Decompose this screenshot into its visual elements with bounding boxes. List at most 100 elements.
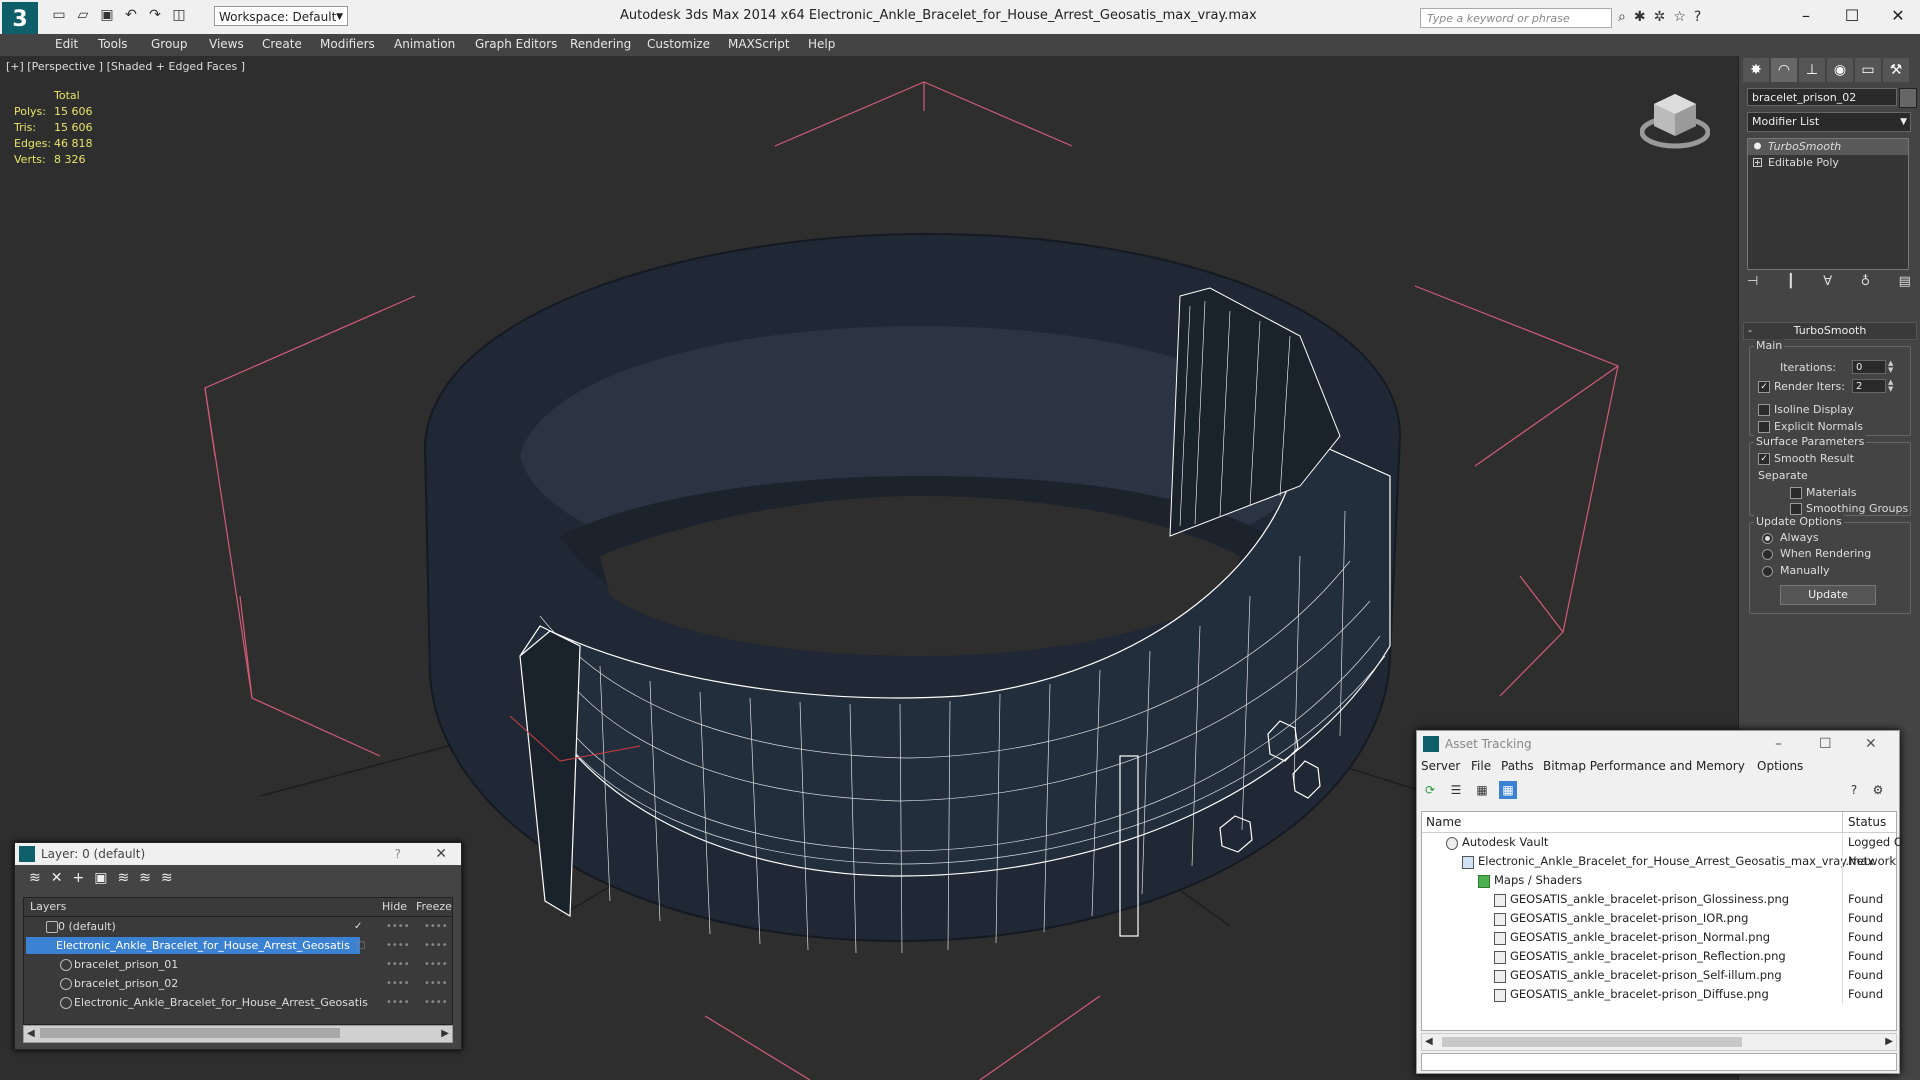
close-icon[interactable]: ✕ xyxy=(435,843,447,865)
spinner-arrows-icon[interactable]: ▲ ▼ xyxy=(1888,360,1896,374)
menu-tools[interactable]: Tools xyxy=(98,37,128,51)
layers-column-header[interactable]: Layers xyxy=(30,900,66,913)
motion-tab-icon[interactable]: ◉ xyxy=(1827,58,1853,82)
lightbulb-icon[interactable] xyxy=(1753,142,1762,151)
new-layer-icon[interactable]: ≋ xyxy=(29,870,41,886)
workspace-dropdown[interactable]: Workspace: Default ▼ xyxy=(214,6,348,26)
layer-row[interactable]: Electronic_Ankle_Bracelet_for_House_Arre… xyxy=(24,993,452,1012)
layer-window-title-bar[interactable]: Layer: 0 (default) ? ✕ xyxy=(15,843,461,865)
list-view-icon[interactable]: ☰ xyxy=(1447,781,1465,799)
favorites-star-icon[interactable]: ☆ xyxy=(1673,9,1686,25)
menu-modifiers[interactable]: Modifiers xyxy=(320,37,375,51)
settings-icon[interactable]: ⚙ xyxy=(1869,781,1887,799)
menu-maxscript[interactable]: MAXScript xyxy=(728,37,790,51)
asset-horizontal-scrollbar[interactable]: ◀ ▶ xyxy=(1421,1033,1897,1051)
freeze-all-icon[interactable]: ≋ xyxy=(161,870,173,886)
object-name-field[interactable]: bracelet_prison_02 xyxy=(1747,88,1897,106)
freeze-toggle[interactable]: •••• xyxy=(424,955,448,974)
layer-row[interactable]: Electronic_Ankle_Bracelet_for_House_Arre… xyxy=(24,936,452,955)
layer-horizontal-scrollbar[interactable]: ◀ ▶ xyxy=(23,1025,453,1043)
menu-rendering[interactable]: Rendering xyxy=(570,37,631,51)
modify-tab-icon[interactable]: ◠ xyxy=(1771,58,1797,82)
menu-views[interactable]: Views xyxy=(209,37,244,51)
rollout-header[interactable]: - TurboSmooth xyxy=(1743,322,1917,340)
minimize-button[interactable]: – xyxy=(1784,4,1828,28)
freeze-toggle[interactable]: •••• xyxy=(424,974,448,993)
hide-toggle[interactable]: •••• xyxy=(386,936,410,955)
freeze-toggle[interactable]: •••• xyxy=(424,917,448,936)
help-icon[interactable]: ? xyxy=(1694,9,1701,25)
configure-modifier-sets-icon[interactable]: ▤ xyxy=(1899,274,1911,289)
menu-edit[interactable]: Edit xyxy=(55,37,78,51)
layer-row[interactable]: bracelet_prison_02 •••• •••• xyxy=(24,974,452,993)
help-button[interactable]: ? xyxy=(395,843,401,865)
scroll-left-icon[interactable]: ◀ xyxy=(27,1026,35,1042)
scrollbar-thumb[interactable] xyxy=(1442,1037,1742,1047)
make-unique-icon[interactable]: ∀ xyxy=(1823,274,1832,289)
remove-modifier-icon[interactable]: ♁ xyxy=(1861,274,1871,289)
asset-row[interactable]: Electronic_Ankle_Bracelet_for_House_Arre… xyxy=(1422,852,1896,871)
asset-row[interactable]: GEOSATIS_ankle_bracelet-prison_Self-illu… xyxy=(1422,966,1896,985)
object-color-swatch[interactable] xyxy=(1899,88,1917,108)
open-file-icon[interactable]: ▱ xyxy=(74,6,92,24)
asset-menu-options[interactable]: Options xyxy=(1757,759,1803,773)
asset-row[interactable]: GEOSATIS_ankle_bracelet-prison_Diffuse.p… xyxy=(1422,985,1896,1004)
hide-toggle[interactable]: •••• xyxy=(386,955,410,974)
hide-toggle[interactable]: •••• xyxy=(386,993,410,1012)
asset-row[interactable]: GEOSATIS_ankle_bracelet-prison_Normal.pn… xyxy=(1422,928,1896,947)
isoline-display-checkbox[interactable] xyxy=(1758,404,1770,416)
smoothing-groups-checkbox[interactable] xyxy=(1790,503,1802,515)
scrollbar-thumb[interactable] xyxy=(40,1028,340,1038)
utilities-tab-icon[interactable]: ⚒ xyxy=(1883,58,1909,82)
menu-animation[interactable]: Animation xyxy=(394,37,455,51)
menu-graph-editors[interactable]: Graph Editors xyxy=(475,37,557,51)
new-file-icon[interactable]: ▭ xyxy=(50,6,68,24)
asset-row[interactable]: Maps / Shaders xyxy=(1422,871,1896,890)
layer-row[interactable]: bracelet_prison_01 •••• •••• xyxy=(24,955,452,974)
scroll-right-icon[interactable]: ▶ xyxy=(441,1026,449,1042)
always-radio[interactable] xyxy=(1762,533,1773,544)
hide-toggle[interactable]: •••• xyxy=(386,917,410,936)
asset-menu-bitmap-performance[interactable]: Bitmap Performance and Memory xyxy=(1543,759,1745,773)
name-column-header[interactable]: Name xyxy=(1426,815,1461,829)
update-button[interactable]: Update xyxy=(1780,585,1876,605)
stack-item-turbosmooth[interactable]: TurboSmooth xyxy=(1748,139,1908,155)
highlight-layer-icon[interactable]: ≋ xyxy=(117,870,129,886)
scroll-left-icon[interactable]: ◀ xyxy=(1425,1034,1433,1050)
expand-plus-icon[interactable] xyxy=(1753,158,1762,167)
maximize-button[interactable]: ☐ xyxy=(1819,731,1832,757)
viewport-label[interactable]: [+] [Perspective ] [Shaded + Edged Faces… xyxy=(6,60,245,73)
minimize-button[interactable]: – xyxy=(1775,731,1782,757)
close-button[interactable]: ✕ xyxy=(1876,4,1920,28)
stack-item-editable-poly[interactable]: Editable Poly xyxy=(1748,155,1908,171)
modifier-list-dropdown[interactable]: Modifier List ▼ xyxy=(1747,112,1911,132)
save-icon[interactable]: ▣ xyxy=(98,6,116,24)
help-icon[interactable]: ? xyxy=(1845,781,1863,799)
render-iters-spinner[interactable]: 2 xyxy=(1852,379,1886,393)
freeze-toggle[interactable]: •••• xyxy=(424,936,448,955)
asset-row[interactable]: GEOSATIS_ankle_bracelet-prison_Reflectio… xyxy=(1422,947,1896,966)
hide-all-icon[interactable]: ≋ xyxy=(139,870,151,886)
spinner-arrows-icon[interactable]: ▲ ▼ xyxy=(1888,379,1896,393)
layer-row[interactable]: 0 (default) ✓ •••• •••• xyxy=(24,917,452,936)
table-view-icon[interactable]: ▦ xyxy=(1499,781,1517,799)
hide-toggle[interactable]: •••• xyxy=(386,974,410,993)
app-logo-icon[interactable]: 3 xyxy=(2,2,38,38)
asset-row[interactable]: Autodesk Vault Logged O xyxy=(1422,833,1903,852)
delete-layer-icon[interactable]: ✕ xyxy=(51,870,63,886)
redo-icon[interactable]: ↷ xyxy=(146,6,164,24)
when-rendering-radio[interactable] xyxy=(1762,549,1773,560)
viewcube-icon[interactable] xyxy=(1640,86,1710,156)
menu-customize[interactable]: Customize xyxy=(647,37,710,51)
freeze-column-header[interactable]: Freeze xyxy=(416,900,452,913)
close-icon[interactable]: ✕ xyxy=(1865,731,1877,757)
binoculars-icon[interactable]: ⌕ xyxy=(1618,9,1626,25)
manually-radio[interactable] xyxy=(1762,566,1773,577)
refresh-icon[interactable]: ⟳ xyxy=(1421,781,1439,799)
asset-menu-paths[interactable]: Paths xyxy=(1501,759,1534,773)
scroll-right-icon[interactable]: ▶ xyxy=(1885,1034,1893,1050)
current-layer-check-icon[interactable]: ✓ xyxy=(354,917,362,936)
communication-icon[interactable]: ✲ xyxy=(1654,9,1666,25)
menu-group[interactable]: Group xyxy=(151,37,188,51)
thumbnail-view-icon[interactable]: ▦ xyxy=(1473,781,1491,799)
